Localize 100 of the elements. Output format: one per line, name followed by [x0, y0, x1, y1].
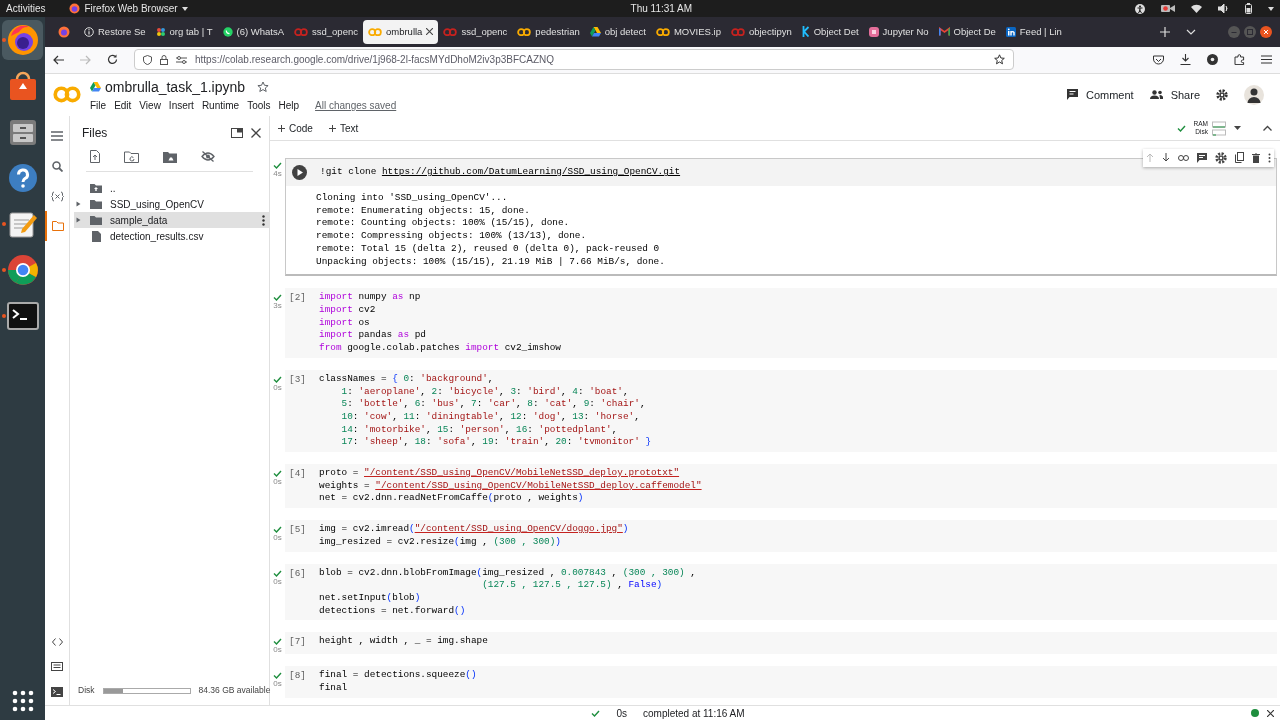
file-tree-item[interactable]: sample_data [74, 212, 269, 229]
link-icon[interactable] [1178, 154, 1189, 161]
wifi-icon[interactable] [1191, 4, 1202, 13]
menu-item[interactable]: View [139, 97, 161, 113]
add-cell-button[interactable]: Text [328, 120, 359, 136]
code-line: import os [319, 316, 371, 330]
browser-tab[interactable]: org tab | T [150, 19, 218, 44]
run-cell-button[interactable] [292, 164, 307, 180]
browser-tab[interactable]: ssd_openc [289, 19, 363, 44]
menu-item[interactable]: Edit [114, 97, 132, 113]
jupyter-icon [868, 26, 879, 37]
menu-item[interactable]: File [90, 97, 107, 113]
file-tree-item[interactable]: .. [74, 180, 269, 197]
variables-icon[interactable] [50, 190, 64, 202]
close-icon[interactable] [426, 28, 434, 36]
menu-item[interactable]: Insert [168, 97, 194, 113]
browser-tab[interactable]: Jupyter No [863, 19, 934, 44]
account-icon[interactable] [1207, 54, 1218, 66]
file-tree-item[interactable]: detection_results.csv [74, 228, 269, 245]
menu-item[interactable]: Help [278, 97, 300, 113]
bookmark-star-icon[interactable] [994, 54, 1005, 66]
execution-count: [8] [289, 670, 306, 682]
execution-count: [3] [289, 373, 306, 385]
terminal-icon[interactable] [6, 302, 39, 330]
app-menu[interactable]: Firefox Web Browser [84, 1, 188, 16]
execution-time: 0s [273, 576, 282, 586]
back-icon[interactable] [53, 54, 64, 65]
pocket-icon[interactable] [1153, 54, 1164, 65]
delete-icon[interactable] [1252, 152, 1260, 163]
code-snippets-icon[interactable] [51, 638, 63, 646]
browser-tab[interactable]: Object De [933, 19, 1001, 44]
code-line: final = detections.squeeze() [319, 669, 477, 683]
settings-icon[interactable] [1215, 151, 1227, 164]
browser-tab[interactable]: obj detect [584, 19, 651, 44]
settings-icon[interactable] [1216, 88, 1228, 101]
code-line: img = cv2.imread("/content/SSD_using_OpenCV/doggo.jpg") [319, 523, 629, 536]
browser-tab[interactable]: Feed | Lin [1000, 19, 1067, 44]
caret-icon[interactable] [1268, 6, 1274, 11]
browser-tab[interactable]: ssd_openc [438, 19, 513, 44]
drive-folder-icon[interactable] [163, 150, 177, 163]
code-line: net = cv2.dnn.readNetFromCaffe(proto , weights) [319, 492, 585, 506]
accessibility-icon[interactable] [1135, 3, 1145, 14]
code-line: img_resized = cv2.resize(img , (300 , 300)) [319, 535, 562, 549]
mirror-cell-icon[interactable] [1235, 152, 1244, 164]
browser-tab[interactable]: pedestrian [512, 19, 585, 44]
firefox-icon[interactable] [58, 25, 70, 38]
chevron-down-icon[interactable] [1186, 28, 1196, 35]
reload-icon[interactable] [107, 54, 118, 66]
add-cell-button[interactable]: Code [278, 120, 313, 136]
expand-arrow-icon[interactable] [75, 217, 81, 224]
more-icon[interactable] [1268, 152, 1271, 163]
drive-icon [90, 82, 101, 93]
browser-tab[interactable]: Object Det [796, 19, 864, 44]
download-icon[interactable] [1180, 54, 1191, 66]
shield-icon [143, 54, 152, 65]
status-check-icon [591, 709, 601, 717]
browser-tab[interactable]: (6) WhatsA [217, 19, 289, 44]
upload-file-icon[interactable] [90, 150, 100, 164]
browser-tab[interactable]: ombrulla [362, 19, 439, 44]
menu-item[interactable]: Runtime [201, 97, 240, 113]
clock[interactable]: Thu 11:31 AM [630, 1, 693, 16]
share-button[interactable]: Share [1149, 86, 1200, 104]
battery-icon[interactable] [1245, 3, 1252, 14]
browser-tab[interactable]: MOVIES.ip [650, 19, 726, 44]
hidden-eye-icon[interactable] [201, 151, 215, 163]
comment-icon[interactable] [1197, 152, 1207, 163]
address-bar[interactable]: https://colab.research.google.com/drive/1j968-2l-facsMYdDhoM2iv3p3BFCAZNQ [134, 49, 1014, 71]
notebook-title[interactable]: ombrulla_task_1.ipynb [105, 76, 246, 98]
code-line: 10: 'cow', 11: 'diningtable', 12: 'dog', 13: 'horse', [340, 410, 641, 424]
close-icon[interactable] [1260, 25, 1272, 38]
search-icon[interactable] [51, 160, 63, 172]
close-icon[interactable] [251, 128, 261, 139]
extensions-icon[interactable] [1234, 54, 1245, 66]
code-line: 5: 'bottle', 6: 'bus', 7: 'car', 8: 'cat', 9: 'chair', [340, 398, 647, 411]
menu-item[interactable]: Tools [247, 97, 271, 113]
more-icon[interactable] [262, 214, 265, 226]
open-in-window-icon[interactable] [231, 128, 243, 139]
new-tab-icon[interactable] [1160, 26, 1170, 37]
dropdown-arrow-icon[interactable] [1234, 126, 1241, 131]
save-status-link[interactable]: All changes saved [315, 97, 397, 113]
info-icon [84, 26, 94, 37]
camera-icon[interactable] [1161, 4, 1175, 13]
file-tree-item[interactable]: SSD_using_OpenCV [74, 196, 269, 213]
activities-button[interactable]: Activities [6, 1, 46, 16]
close-icon[interactable] [1267, 709, 1274, 717]
refresh-folder-icon[interactable] [124, 150, 139, 163]
move-down-icon[interactable] [1162, 153, 1170, 163]
comment-button[interactable]: Comment [1066, 86, 1134, 104]
expand-arrow-icon[interactable] [75, 201, 81, 208]
parent-folder-icon[interactable] [90, 183, 102, 194]
star-icon[interactable] [257, 81, 270, 94]
menu-icon[interactable] [1261, 55, 1272, 65]
command-palette-icon[interactable] [51, 662, 63, 671]
browser-tab[interactable]: objectipyn [725, 19, 797, 44]
terminal-icon[interactable] [51, 687, 63, 697]
browser-tab[interactable]: Restore Se [79, 19, 151, 44]
collapse-up-icon[interactable] [1263, 125, 1272, 132]
volume-icon[interactable] [1218, 4, 1229, 13]
apps-grid-icon[interactable] [11, 690, 34, 712]
avatar-icon[interactable] [1244, 84, 1264, 105]
